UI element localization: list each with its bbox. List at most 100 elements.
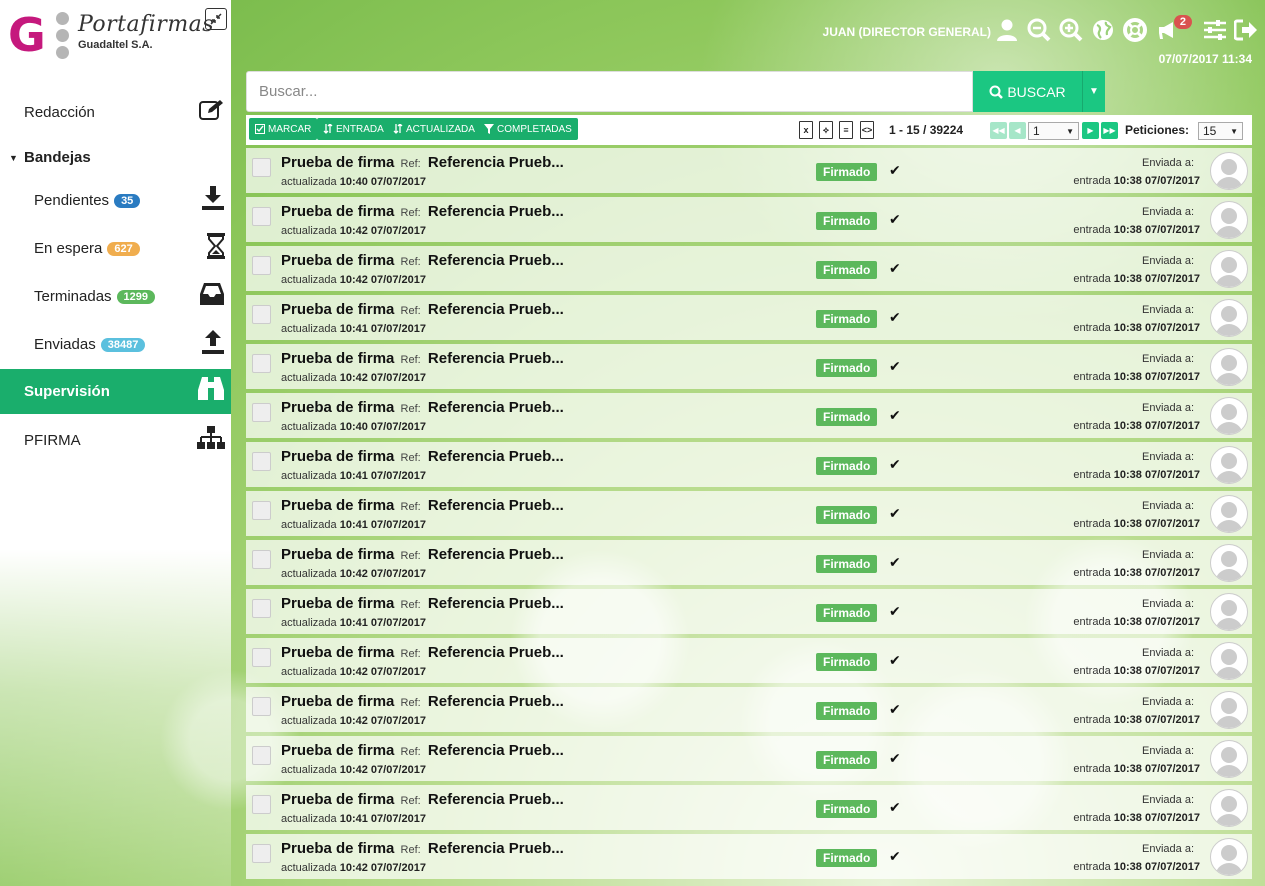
row-checkbox[interactable]	[252, 550, 271, 569]
request-title[interactable]: Prueba de firma Ref: Referencia Prueb...	[281, 693, 564, 710]
export-excel-icon[interactable]: x	[799, 121, 813, 139]
search-button[interactable]: BUSCAR	[973, 71, 1082, 112]
sidebar-item-bandejas[interactable]: ▼ Bandejas	[0, 135, 231, 180]
prev-page-button[interactable]: ◀	[1009, 122, 1026, 139]
request-row[interactable]: Prueba de firma Ref: Referencia Prueb...…	[246, 246, 1252, 291]
ref-label: Ref:	[400, 501, 421, 513]
request-row[interactable]: Prueba de firma Ref: Referencia Prueb...…	[246, 197, 1252, 242]
search-input[interactable]: Buscar...	[246, 71, 973, 112]
sent-to-label: Enviada a:	[1142, 353, 1194, 365]
request-title[interactable]: Prueba de firma Ref: Referencia Prueb...	[281, 448, 564, 465]
row-checkbox[interactable]	[252, 452, 271, 471]
ref-label: Ref:	[400, 550, 421, 562]
request-list: Prueba de firma Ref: Referencia Prueb...…	[246, 148, 1252, 883]
request-title[interactable]: Prueba de firma Ref: Referencia Prueb...	[281, 742, 564, 759]
request-row[interactable]: Prueba de firma Ref: Referencia Prueb...…	[246, 148, 1252, 193]
per-page-select[interactable]: 15 ▼	[1198, 122, 1243, 140]
last-page-button[interactable]: ▶▶	[1101, 122, 1118, 139]
request-row[interactable]: Prueba de firma Ref: Referencia Prueb...…	[246, 491, 1252, 536]
request-title[interactable]: Prueba de firma Ref: Referencia Prueb...	[281, 154, 564, 171]
updated-value: 10:42 07/07/2017	[339, 764, 426, 776]
avatar	[1210, 299, 1248, 337]
sidebar-item-en-espera[interactable]: En espera 627	[0, 226, 231, 271]
export-xml-icon[interactable]: <>	[860, 121, 874, 139]
sidebar-item-supervision[interactable]: Supervisión	[0, 369, 231, 414]
collapse-sidebar-button[interactable]	[205, 8, 227, 30]
row-checkbox[interactable]	[252, 403, 271, 422]
user-icon[interactable]	[994, 17, 1020, 43]
request-title[interactable]: Prueba de firma Ref: Referencia Prueb...	[281, 350, 564, 367]
request-row[interactable]: Prueba de firma Ref: Referencia Prueb...…	[246, 736, 1252, 781]
request-title[interactable]: Prueba de firma Ref: Referencia Prueb...	[281, 644, 564, 661]
row-checkbox[interactable]	[252, 599, 271, 618]
entry-value: 10:38 07/07/2017	[1113, 420, 1200, 432]
entry-label: entrada	[1073, 812, 1111, 824]
sort-entry-button[interactable]: ENTRADA	[317, 118, 390, 140]
compress-icon	[210, 13, 222, 25]
row-checkbox[interactable]	[252, 697, 271, 716]
notifications-button[interactable]: 2	[1154, 15, 1192, 43]
globe-icon[interactable]	[1090, 17, 1116, 43]
request-row[interactable]: Prueba de firma Ref: Referencia Prueb...…	[246, 687, 1252, 732]
row-checkbox[interactable]	[252, 354, 271, 373]
filter-completed-button[interactable]: COMPLETADAS	[478, 118, 578, 140]
row-checkbox[interactable]	[252, 648, 271, 667]
request-row[interactable]: Prueba de firma Ref: Referencia Prueb...…	[246, 638, 1252, 683]
request-title-text: Prueba de firma	[281, 693, 395, 710]
row-checkbox[interactable]	[252, 795, 271, 814]
user-name[interactable]: JUAN (DIRECTOR GENERAL)	[823, 25, 991, 39]
page-select[interactable]: 1 ▼	[1028, 122, 1079, 140]
entry-value: 10:38 07/07/2017	[1113, 273, 1200, 285]
request-title[interactable]: Prueba de firma Ref: Referencia Prueb...	[281, 203, 564, 220]
logout-icon[interactable]	[1233, 17, 1259, 43]
brand-logo[interactable]: G Portafirmas Guadaltel S.A.	[6, 8, 214, 62]
ref-label: Ref:	[400, 746, 421, 758]
request-row[interactable]: Prueba de firma Ref: Referencia Prueb...…	[246, 834, 1252, 879]
entry-value: 10:38 07/07/2017	[1113, 518, 1200, 530]
request-row[interactable]: Prueba de firma Ref: Referencia Prueb...…	[246, 393, 1252, 438]
sidebar-item-enviadas[interactable]: Enviadas 38487	[0, 322, 231, 367]
row-checkbox[interactable]	[252, 501, 271, 520]
first-page-button[interactable]: ◀◀	[990, 122, 1007, 139]
request-row[interactable]: Prueba de firma Ref: Referencia Prueb...…	[246, 785, 1252, 830]
mark-button[interactable]: MARCAR	[249, 118, 318, 140]
search-options-dropdown[interactable]: ▼	[1082, 71, 1105, 112]
export-pdf-icon[interactable]: ⟡	[819, 121, 833, 139]
check-icon: ✔	[889, 456, 901, 472]
sort-updated-button[interactable]: ACTUALIZADA	[387, 118, 481, 140]
request-row[interactable]: Prueba de firma Ref: Referencia Prueb...…	[246, 589, 1252, 634]
count-badge: 627	[107, 241, 140, 256]
zoom-in-icon[interactable]	[1058, 17, 1084, 43]
row-checkbox[interactable]	[252, 746, 271, 765]
request-title[interactable]: Prueba de firma Ref: Referencia Prueb...	[281, 840, 564, 857]
request-title[interactable]: Prueba de firma Ref: Referencia Prueb...	[281, 595, 564, 612]
row-checkbox[interactable]	[252, 844, 271, 863]
sidebar-item-terminadas[interactable]: Terminadas 1299	[0, 274, 231, 319]
sidebar-item-redaccion[interactable]: Redacción	[0, 90, 231, 135]
request-row[interactable]: Prueba de firma Ref: Referencia Prueb...…	[246, 295, 1252, 340]
settings-sliders-icon[interactable]	[1202, 17, 1228, 43]
row-checkbox[interactable]	[252, 256, 271, 275]
request-row[interactable]: Prueba de firma Ref: Referencia Prueb...…	[246, 540, 1252, 585]
request-title[interactable]: Prueba de firma Ref: Referencia Prueb...	[281, 497, 564, 514]
help-lifebuoy-icon[interactable]	[1122, 17, 1148, 43]
entry-info: entrada 10:38 07/07/2017	[1073, 616, 1200, 628]
zoom-out-icon[interactable]	[1026, 17, 1052, 43]
request-title[interactable]: Prueba de firma Ref: Referencia Prueb...	[281, 252, 564, 269]
row-checkbox[interactable]	[252, 305, 271, 324]
sidebar-item-pendientes[interactable]: Pendientes 35	[0, 178, 231, 223]
row-checkbox[interactable]	[252, 158, 271, 177]
row-checkbox[interactable]	[252, 207, 271, 226]
request-title[interactable]: Prueba de firma Ref: Referencia Prueb...	[281, 301, 564, 318]
request-row[interactable]: Prueba de firma Ref: Referencia Prueb...…	[246, 442, 1252, 487]
entry-label: entrada	[1073, 665, 1111, 677]
request-title[interactable]: Prueba de firma Ref: Referencia Prueb...	[281, 791, 564, 808]
search-icon	[989, 85, 1004, 99]
request-title[interactable]: Prueba de firma Ref: Referencia Prueb...	[281, 399, 564, 416]
request-row[interactable]: Prueba de firma Ref: Referencia Prueb...…	[246, 344, 1252, 389]
updated-value: 10:41 07/07/2017	[339, 323, 426, 335]
sidebar-item-pfirma[interactable]: PFIRMA	[0, 418, 231, 463]
next-page-button[interactable]: ▶	[1082, 122, 1099, 139]
export-text-icon[interactable]: ≡	[839, 121, 853, 139]
request-title[interactable]: Prueba de firma Ref: Referencia Prueb...	[281, 546, 564, 563]
